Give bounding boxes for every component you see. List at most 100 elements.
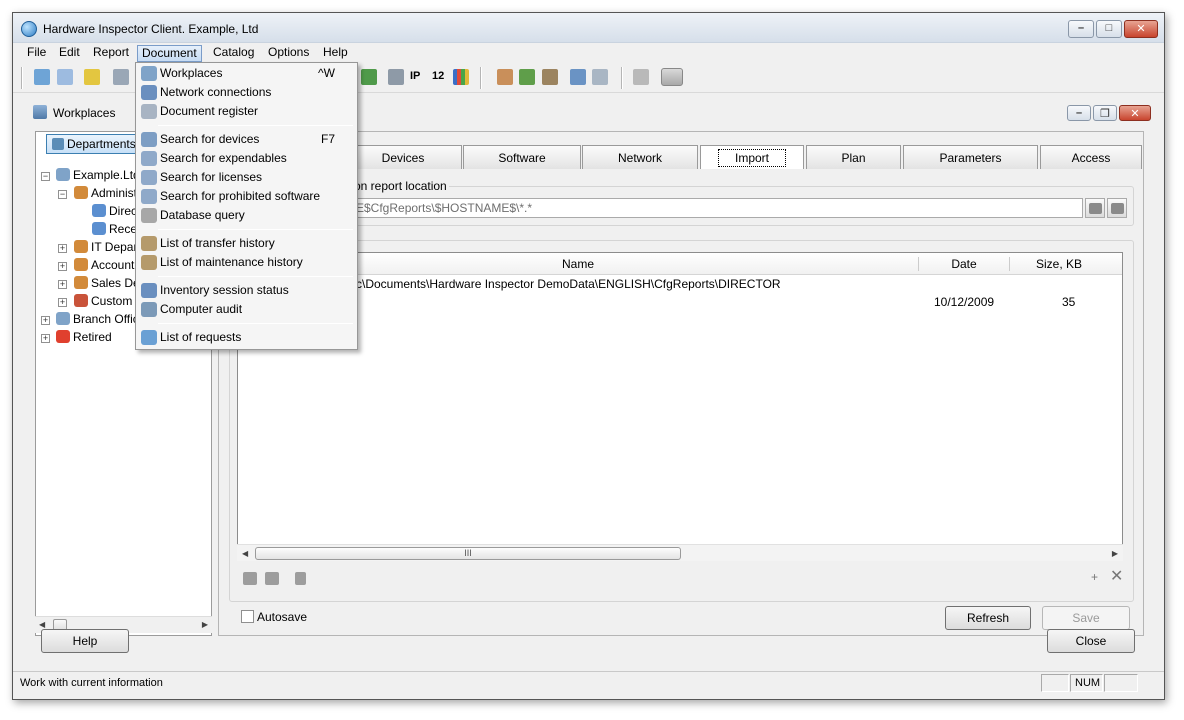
tree-node-accounting[interactable]: Accounting xyxy=(74,256,136,274)
browse-folder-button[interactable] xyxy=(1107,198,1127,218)
menu-file[interactable]: File xyxy=(23,45,50,62)
stop-tool-icon[interactable] xyxy=(661,68,683,86)
menu-item-maintenance-history[interactable]: List of maintenance history xyxy=(138,253,355,272)
tree-expander[interactable]: + xyxy=(58,280,67,289)
tab-import[interactable]: Import xyxy=(700,145,804,169)
folder-icon xyxy=(1111,203,1124,214)
report-files-list[interactable]: Name Date Size, KB c\Documents\Hardware … xyxy=(237,252,1123,560)
workplaces-tool-icon[interactable] xyxy=(34,69,50,85)
menu-item-workplaces[interactable]: Workplaces ^W xyxy=(138,64,355,83)
menu-report[interactable]: Report xyxy=(89,45,133,62)
menu-item-search-licenses[interactable]: Search for licenses xyxy=(138,168,355,187)
tree-node-it-department[interactable]: IT Department xyxy=(74,238,136,256)
tree-node-custom[interactable]: Custom xyxy=(74,292,136,310)
tree-expander[interactable]: + xyxy=(58,298,67,307)
tree-node-sales[interactable]: Sales Department xyxy=(74,274,136,292)
tab-software[interactable]: Software xyxy=(463,145,581,169)
document-tool-icon[interactable] xyxy=(57,69,73,85)
computer-tool-icon[interactable] xyxy=(570,69,586,85)
scroll-thumb[interactable]: III xyxy=(255,547,681,560)
close-window-button[interactable]: ✕ xyxy=(1124,20,1158,38)
menu-item-network-connections[interactable]: Network connections xyxy=(138,83,355,102)
tree-expander[interactable]: − xyxy=(41,172,50,181)
user-tool-icon[interactable] xyxy=(497,69,513,85)
help-button[interactable]: Help xyxy=(41,629,129,653)
tab-access[interactable]: Access xyxy=(1040,145,1142,169)
numbering-tool-icon[interactable]: 12 xyxy=(432,70,448,86)
scroll-left-icon[interactable]: ◀ xyxy=(242,549,248,558)
menu-item-database-query[interactable]: Database query xyxy=(138,206,355,225)
row-path-cell[interactable]: c\Documents\Hardware Inspector DemoData\… xyxy=(356,277,781,291)
menu-item-inventory-status[interactable]: Inventory session status xyxy=(138,281,355,300)
tree-expander[interactable]: + xyxy=(58,262,67,271)
tree-expander[interactable]: + xyxy=(41,316,50,325)
scroll-left-icon[interactable]: ◀ xyxy=(39,620,45,629)
add-icon[interactable]: + xyxy=(1091,570,1098,584)
save-button[interactable]: Save xyxy=(1042,606,1130,630)
tree-expander[interactable]: + xyxy=(58,244,67,253)
scroll-right-icon[interactable]: ▶ xyxy=(202,620,208,629)
menu-help[interactable]: Help xyxy=(319,45,352,62)
inner-close-button[interactable]: ✕ xyxy=(1119,105,1151,121)
ip-tool-icon[interactable]: IP xyxy=(410,70,426,86)
menu-catalog[interactable]: Catalog xyxy=(209,45,258,62)
tab-devices[interactable]: Devices xyxy=(344,145,462,169)
column-size[interactable]: Size, KB xyxy=(1010,253,1108,275)
network-tool-icon[interactable] xyxy=(113,69,129,85)
tree-node-branch-office[interactable]: Branch Office xyxy=(56,310,136,328)
menu-item-search-devices[interactable]: Search for devices F7 xyxy=(138,130,355,149)
settings-icon[interactable] xyxy=(265,572,279,585)
minimize-button[interactable]: – xyxy=(1068,20,1094,38)
audit-tool-icon[interactable] xyxy=(592,69,608,85)
tree-node-director[interactable]: Director xyxy=(92,202,136,220)
chart-tool-icon[interactable] xyxy=(453,69,469,85)
tools-tool-icon[interactable] xyxy=(542,69,558,85)
import-icon[interactable] xyxy=(243,572,257,585)
refresh-button[interactable]: Refresh xyxy=(945,606,1031,630)
list-horizontal-scrollbar[interactable]: ◀ III ▶ xyxy=(237,544,1123,561)
help-tool-icon[interactable] xyxy=(84,69,100,85)
menu-item-list-requests[interactable]: List of requests xyxy=(138,328,355,347)
tab-plan[interactable]: Plan xyxy=(806,145,901,169)
inner-restore-button[interactable]: ❐ xyxy=(1093,105,1117,121)
menu-item-search-prohibited[interactable]: Search for prohibited software xyxy=(138,187,355,206)
device-tool-icon[interactable] xyxy=(388,69,404,85)
database-tool-icon[interactable] xyxy=(633,69,649,85)
title-bar[interactable]: Hardware Inspector Client. Example, Ltd … xyxy=(13,13,1164,43)
maximize-button[interactable]: □ xyxy=(1096,20,1122,38)
autosave-checkbox[interactable]: Autosave xyxy=(241,610,307,624)
tree-node-reception[interactable]: Reception xyxy=(92,220,136,238)
tree-node-example-ltd[interactable]: Example.Ltd xyxy=(56,166,136,184)
app-icon xyxy=(21,21,37,37)
column-date[interactable]: Date xyxy=(919,253,1009,275)
report-path-input[interactable]: E$CfgReports\$HOSTNAME$\*.* xyxy=(352,198,1083,218)
row-size-cell[interactable]: 35 xyxy=(1062,295,1075,309)
tree-label: Accounting xyxy=(91,258,136,272)
menu-item-transfer-history[interactable]: List of transfer history xyxy=(138,234,355,253)
checkbox-box[interactable] xyxy=(241,610,254,623)
settings-icon xyxy=(1089,203,1102,214)
menu-item-search-expendables[interactable]: Search for expendables xyxy=(138,149,355,168)
inner-minimize-button[interactable]: – xyxy=(1067,105,1091,121)
menu-options[interactable]: Options xyxy=(264,45,313,62)
close-button[interactable]: Close xyxy=(1047,629,1135,653)
tree-node-administration[interactable]: Administration xyxy=(74,184,136,202)
departments-button[interactable]: Departments xyxy=(46,134,148,154)
tree-expander[interactable]: − xyxy=(58,190,67,199)
row-date-cell[interactable]: 10/12/2009 xyxy=(934,295,994,309)
document-icon[interactable] xyxy=(295,572,306,585)
memory-tool-icon[interactable] xyxy=(361,69,377,85)
path-settings-button[interactable] xyxy=(1085,198,1105,218)
tab-parameters[interactable]: Parameters xyxy=(903,145,1038,169)
tree-node-retired[interactable]: Retired xyxy=(56,328,136,346)
menu-item-computer-audit[interactable]: Computer audit xyxy=(138,300,355,319)
menu-edit[interactable]: Edit xyxy=(55,45,84,62)
users-tool-icon[interactable] xyxy=(519,69,535,85)
autosave-label: Autosave xyxy=(257,610,308,624)
scroll-right-icon[interactable]: ▶ xyxy=(1112,549,1118,558)
tab-network[interactable]: Network xyxy=(582,145,698,169)
menu-document[interactable]: Document xyxy=(137,45,202,62)
tree-expander[interactable]: + xyxy=(41,334,50,343)
menu-item-document-register[interactable]: Document register xyxy=(138,102,355,121)
delete-icon[interactable]: ✕ xyxy=(1110,566,1123,586)
